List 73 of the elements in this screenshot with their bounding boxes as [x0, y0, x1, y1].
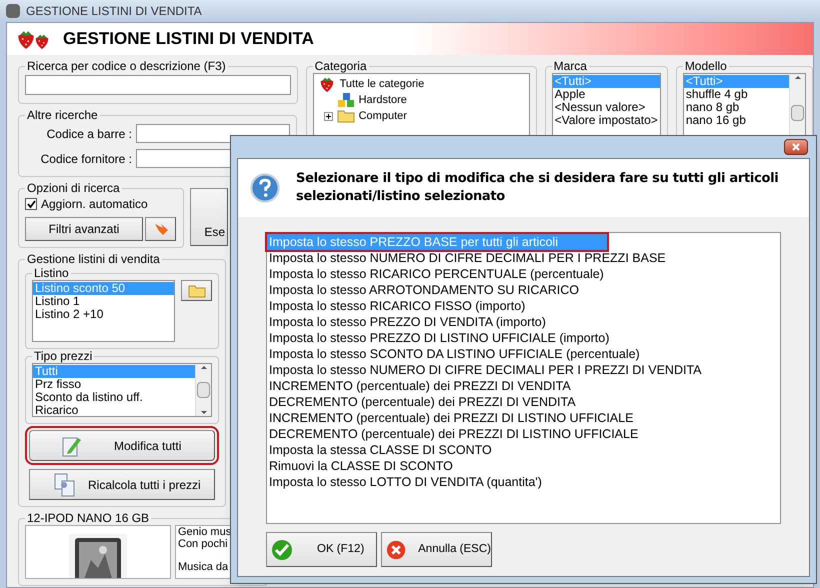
group-label: Opzioni di ricerca: [26, 181, 121, 195]
option-item[interactable]: Rimuovi la CLASSE DI SCONTO: [267, 458, 455, 474]
checkbox[interactable]: [25, 198, 37, 210]
list-item[interactable]: <Valore impostato>: [552, 114, 660, 127]
scrollbar[interactable]: [195, 364, 211, 416]
documents-gear-icon: [54, 472, 76, 496]
list-item[interactable]: Listino 1: [33, 295, 174, 308]
group-label: Altre ricerche: [26, 108, 99, 122]
description-line: Genio mus: [178, 526, 232, 538]
expand-toggle[interactable]: [324, 112, 333, 120]
field-label: Codice a barre :: [46, 126, 132, 142]
option-item[interactable]: Imposta lo stesso ARROTONDAMENTO SU RICARICO: [267, 282, 582, 298]
group-label: 12-IPOD NANO 16 GB: [26, 511, 150, 525]
search-field[interactable]: [25, 75, 291, 95]
window-title: GESTIONE LISTINI DI VENDITA: [26, 3, 202, 20]
description-line: Con pochi: [178, 538, 229, 550]
group-label: Modello: [684, 59, 728, 73]
list-item[interactable]: Apple: [552, 88, 660, 101]
group-label: Marca: [552, 59, 588, 73]
option-item[interactable]: Imposta lo stesso LOTTO DI VENDITA (quantita'): [267, 474, 544, 490]
list-item[interactable]: shuffle 4 gb: [684, 88, 789, 101]
close-button[interactable]: [784, 139, 808, 155]
folder-icon: [188, 284, 206, 298]
list-item[interactable]: nano 16 gb: [684, 114, 789, 127]
check-icon: [271, 538, 293, 560]
folder-button[interactable]: [181, 280, 212, 301]
option-item[interactable]: Imposta lo stesso NUMERO DI CIFRE DECIMALI PER I PREZZI DI VENDITA: [267, 362, 704, 378]
list-item[interactable]: Listino 2 +10: [33, 308, 174, 321]
group-label: Gestione listini di vendita: [26, 252, 161, 266]
checkbox-label: Aggiorn. automatico: [41, 196, 148, 213]
group-label: Listino: [33, 266, 70, 280]
cancel-button[interactable]: Annulla (ESC): [381, 532, 492, 567]
option-item[interactable]: DECREMENTO (percentuale) dei PREZZI DI VENDITA: [267, 394, 578, 410]
edit-icon: [62, 434, 82, 456]
tree-item[interactable]: Hardstore: [358, 92, 407, 108]
close-icon: [792, 143, 800, 151]
option-item[interactable]: Imposta lo stesso RICARICO FISSO (importo): [267, 298, 528, 314]
list-item[interactable]: Prz fisso: [33, 378, 195, 391]
cancel-icon: [386, 538, 406, 560]
list-box[interactable]: Listino sconto 50 Listino 1 Listino 2 +10: [32, 280, 175, 342]
field-label: Codice fornitore :: [40, 150, 132, 168]
option-item[interactable]: INCREMENTO (percentuale) dei PREZZI DI VENDITA: [267, 378, 573, 394]
tree-item[interactable]: Tutte le categorie: [340, 76, 424, 92]
blocks-icon: [336, 92, 355, 108]
dialog-message: Selezionare il tipo di modifica che si desidera fare su tutti gli articoli selezionati/listino selezionato: [296, 170, 780, 206]
option-item[interactable]: Imposta lo stesso PREZZO DI LISTINO UFFICIALE (importo): [267, 330, 612, 346]
option-item[interactable]: Imposta lo stesso PREZZO DI VENDITA (importo): [267, 314, 548, 330]
execute-button[interactable]: Ese: [190, 188, 228, 246]
group-label: Ricerca per codice o descrizione (F3): [26, 59, 227, 73]
options-list[interactable]: [266, 232, 781, 524]
recalc-button[interactable]: Ricalcola tutti i prezzi: [29, 469, 215, 500]
folder-icon: [336, 109, 355, 123]
tree-item[interactable]: Computer: [358, 108, 407, 124]
option-item[interactable]: Imposta lo stesso SCONTO DA LISTINO UFFICIALE (percentuale): [267, 346, 642, 362]
flame-icon: [152, 222, 168, 236]
list-item[interactable]: Sconto da listino uff.: [33, 391, 195, 404]
description-line: Musica da: [178, 561, 230, 573]
option-item[interactable]: Imposta lo stesso NUMERO DI CIFRE DECIMALI PER I PREZZI BASE: [267, 250, 668, 266]
group-label: Categoria: [314, 59, 368, 73]
option-item[interactable]: INCREMENTO (percentuale) dei PREZZI DI LISTINO UFFICIALE: [267, 410, 636, 426]
ok-button[interactable]: OK (F12): [266, 532, 377, 567]
header-title: GESTIONE LISTINI DI VENDITA: [63, 28, 314, 50]
strawberry-icon: [33, 32, 51, 50]
option-item[interactable]: DECREMENTO (percentuale) dei PREZZI DI LISTINO UFFICIALE: [267, 426, 640, 442]
option-item[interactable]: Imposta la stessa CLASSE DI SCONTO: [267, 442, 494, 458]
group-label: Tipo prezzi: [33, 349, 94, 363]
list-item[interactable]: <Nessun valore>: [552, 101, 660, 114]
option-item[interactable]: Imposta lo stesso RICARICO PERCENTUALE (percentuale): [267, 266, 606, 282]
fire-button[interactable]: [145, 217, 176, 241]
list-item[interactable]: nano 8 gb: [684, 101, 789, 114]
list-box[interactable]: Tutti Prz fisso Sconto da listino uff. Ricarico: [32, 363, 212, 417]
list-item[interactable]: Ricarico: [33, 404, 195, 417]
filters-button[interactable]: Filtri avanzati: [25, 217, 143, 241]
